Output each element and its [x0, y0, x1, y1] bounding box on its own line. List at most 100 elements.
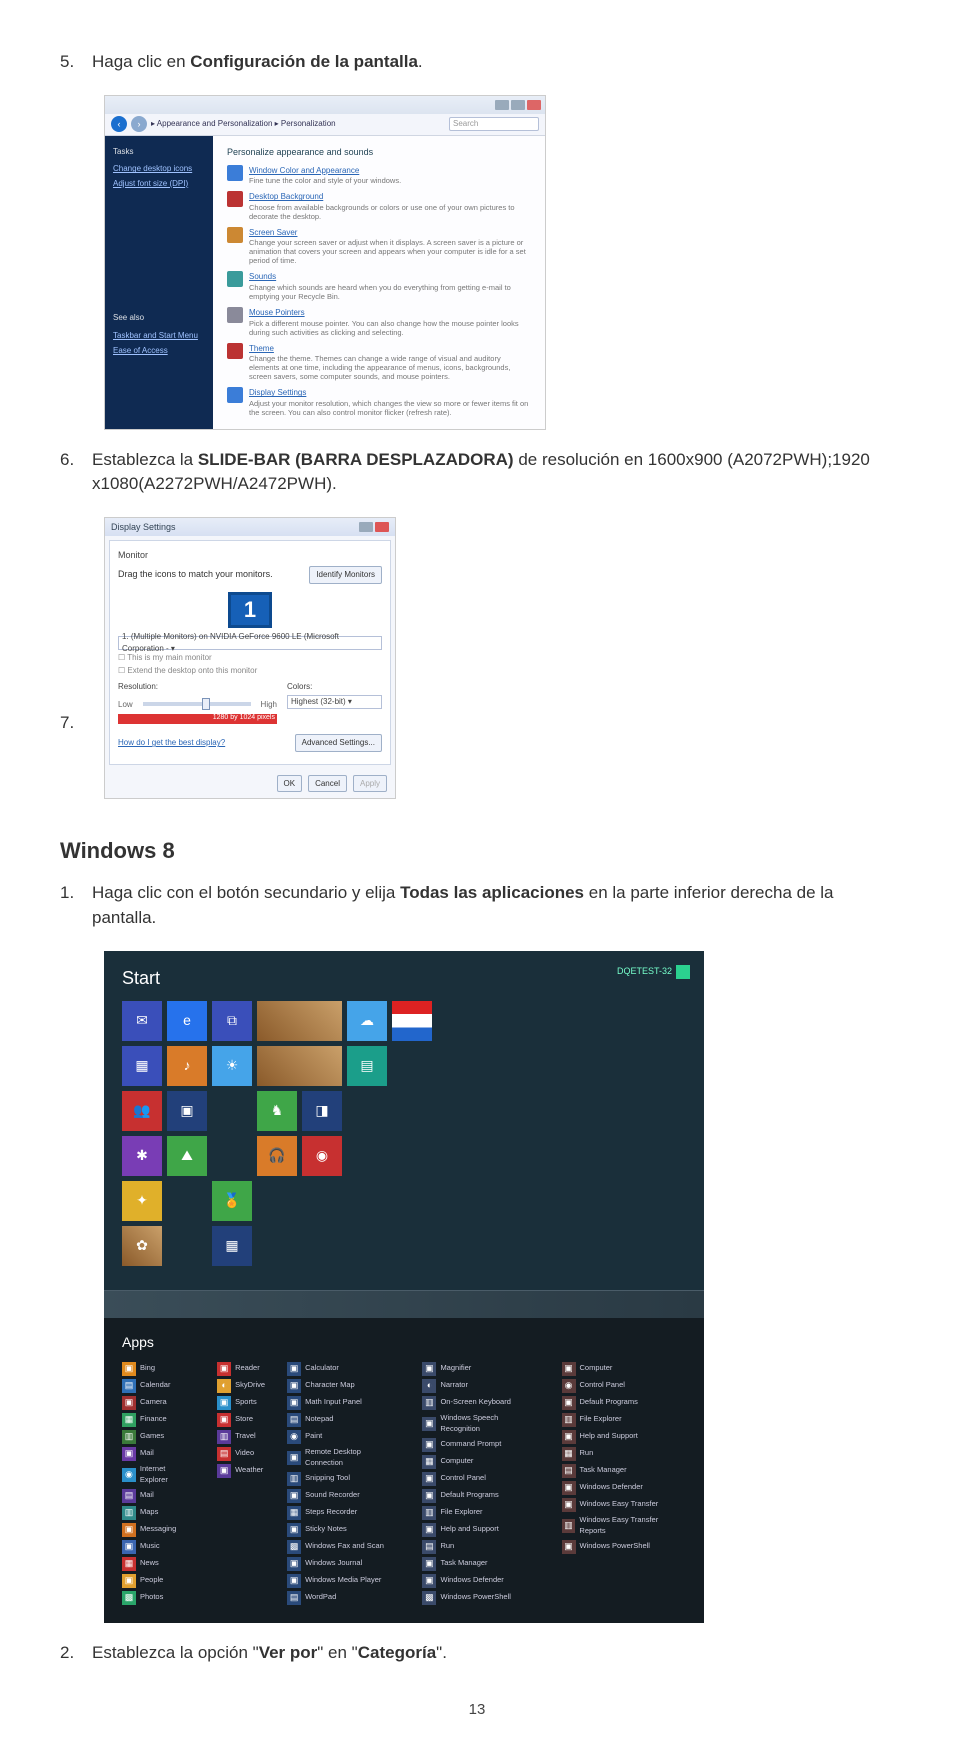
back-icon[interactable]: ‹ [111, 116, 127, 132]
app-item[interactable]: ▣Windows Speech Recognition [422, 1413, 539, 1435]
tile-calendar[interactable]: ▦ [122, 1046, 162, 1086]
app-item[interactable]: ◉Internet Explorer [122, 1464, 195, 1486]
app-item[interactable]: ▥Snipping Tool [287, 1472, 400, 1486]
app-item[interactable]: ▤Run [422, 1540, 539, 1554]
slider-thumb-icon[interactable] [202, 698, 210, 710]
sidebar-link-font-size[interactable]: Adjust font size (DPI) [113, 178, 205, 190]
app-item[interactable]: ▤WordPad [287, 1591, 400, 1605]
app-item[interactable]: ▤Video [217, 1447, 265, 1461]
app-item[interactable]: ▤Calendar [122, 1379, 195, 1393]
app-item[interactable]: ▣Sports [217, 1396, 265, 1410]
app-item[interactable]: ▣Music [122, 1540, 195, 1554]
cancel-button[interactable]: Cancel [308, 775, 347, 793]
app-item[interactable]: ▥Windows Easy Transfer Reports [562, 1515, 687, 1537]
app-item[interactable]: ▣Reader [217, 1362, 265, 1376]
app-item[interactable]: ▥File Explorer [422, 1506, 539, 1520]
app-item[interactable]: ▥On-Screen Keyboard [422, 1396, 539, 1410]
search-input[interactable]: Search [449, 117, 539, 131]
ok-button[interactable]: OK [277, 775, 303, 793]
app-item[interactable]: ▣Calculator [287, 1362, 400, 1376]
tile-maps[interactable]: ◨ [302, 1091, 342, 1131]
tile-finance[interactable]: ▤ [347, 1046, 387, 1086]
app-item[interactable]: ◐Narrator [422, 1379, 539, 1393]
app-item[interactable]: ▤Mail [122, 1489, 195, 1503]
app-item[interactable]: ▦Run [562, 1447, 687, 1461]
app-item[interactable]: ▩Windows Fax and Scan [287, 1540, 400, 1554]
app-item[interactable]: ▩Windows PowerShell [422, 1591, 539, 1605]
app-item[interactable]: ▣Mail [122, 1447, 195, 1461]
app-item[interactable]: ▣Bing [122, 1362, 195, 1376]
app-item[interactable]: ▣Help and Support [562, 1430, 687, 1444]
tile-weather[interactable]: ☀ [212, 1046, 252, 1086]
resolution-slider[interactable] [143, 702, 251, 706]
app-item[interactable]: ▣Windows Defender [422, 1574, 539, 1588]
app-item[interactable]: ▥Maps [122, 1506, 195, 1520]
personalize-item[interactable]: Display Settings Adjust your monitor res… [227, 387, 531, 417]
maximize-icon[interactable] [511, 100, 525, 110]
close-icon[interactable] [527, 100, 541, 110]
personalize-item[interactable]: Desktop Background Choose from available… [227, 191, 531, 221]
app-item[interactable]: ▤Task Manager [562, 1464, 687, 1478]
monitor-tab[interactable]: Monitor [118, 549, 382, 562]
tile-skydrive[interactable]: ☁ [347, 1001, 387, 1041]
tile-messaging[interactable]: ✱ [122, 1136, 162, 1176]
close-icon[interactable] [375, 522, 389, 532]
app-item[interactable]: ▣Weather [217, 1464, 265, 1478]
tile-sports[interactable]: ⛰ [167, 1136, 207, 1176]
app-item[interactable]: ◐SkyDrive [217, 1379, 265, 1393]
app-item[interactable]: ▤Notepad [287, 1413, 400, 1427]
tile-news[interactable] [392, 1001, 432, 1041]
best-display-link[interactable]: How do I get the best display? [118, 737, 225, 749]
app-item[interactable]: ▣Windows Journal [287, 1557, 400, 1571]
personalize-item[interactable]: Screen Saver Change your screen saver or… [227, 227, 531, 266]
extend-desktop-checkbox[interactable]: ☐ Extend the desktop onto this monitor [118, 665, 382, 677]
tile-people[interactable]: 👥 [122, 1091, 162, 1131]
tile-ie[interactable]: e [167, 1001, 207, 1041]
app-item[interactable]: ▣Sticky Notes [287, 1523, 400, 1537]
app-item[interactable]: ▦Steps Recorder [287, 1506, 400, 1520]
tile-reader[interactable]: ✿ [122, 1226, 162, 1266]
app-item[interactable]: ▣Help and Support [422, 1523, 539, 1537]
tile-bing[interactable]: ✦ [122, 1181, 162, 1221]
app-item[interactable]: ▣Store [217, 1413, 265, 1427]
app-item[interactable]: ▣Sound Recorder [287, 1489, 400, 1503]
advanced-settings-button[interactable]: Advanced Settings... [295, 734, 382, 752]
identify-monitors-button[interactable]: Identify Monitors [309, 566, 382, 584]
sidebar-link-ease-access[interactable]: Ease of Access [113, 345, 205, 357]
app-item[interactable]: ▦News [122, 1557, 195, 1571]
colors-dropdown[interactable]: Highest (32-bit) ▾ [287, 695, 382, 709]
tile-travel[interactable]: 🏅 [212, 1181, 252, 1221]
tile-games[interactable]: ♞ [257, 1091, 297, 1131]
minimize-icon[interactable] [495, 100, 509, 110]
breadcrumb[interactable]: ▸ Appearance and Personalization ▸ Perso… [151, 118, 445, 130]
app-item[interactable]: ▣Camera [122, 1396, 195, 1410]
tile-video[interactable]: 🎧 [257, 1136, 297, 1176]
app-item[interactable]: ▣Task Manager [422, 1557, 539, 1571]
tile-camera[interactable]: ◉ [302, 1136, 342, 1176]
monitor-dropdown[interactable]: 1. (Multiple Monitors) on NVIDIA GeForce… [118, 636, 382, 650]
sidebar-link-desktop-icons[interactable]: Change desktop icons [113, 163, 205, 175]
app-item[interactable]: ▩Photos [122, 1591, 195, 1605]
app-item[interactable]: ▦Finance [122, 1413, 195, 1427]
monitor-icon[interactable]: 1 [228, 592, 272, 628]
tile-mail[interactable]: ✉ [122, 1001, 162, 1041]
app-item[interactable]: ▦Computer [422, 1455, 539, 1469]
app-item[interactable]: ▣Computer [562, 1362, 687, 1376]
forward-icon[interactable]: › [131, 116, 147, 132]
app-item[interactable]: ▣Windows Defender [562, 1481, 687, 1495]
personalize-item[interactable]: Window Color and Appearance Fine tune th… [227, 165, 531, 186]
personalize-item[interactable]: Mouse Pointers Pick a different mouse po… [227, 307, 531, 337]
app-item[interactable]: ▣Character Map [287, 1379, 400, 1393]
tile-desktop[interactable] [257, 1046, 342, 1086]
app-item[interactable]: ▥Travel [217, 1430, 265, 1444]
app-item[interactable]: ▣Magnifier [422, 1362, 539, 1376]
minimize-icon[interactable] [359, 522, 373, 532]
app-item[interactable]: ▣Windows PowerShell [562, 1540, 687, 1554]
app-item[interactable]: ▣Math Input Panel [287, 1396, 400, 1410]
tile-photo[interactable] [257, 1001, 342, 1041]
app-item[interactable]: ▣Messaging [122, 1523, 195, 1537]
app-item[interactable]: ▣Default Programs [562, 1396, 687, 1410]
tile-store[interactable]: ⧉ [212, 1001, 252, 1041]
app-item[interactable]: ◉Control Panel [562, 1379, 687, 1393]
app-item[interactable]: ▥File Explorer [562, 1413, 687, 1427]
